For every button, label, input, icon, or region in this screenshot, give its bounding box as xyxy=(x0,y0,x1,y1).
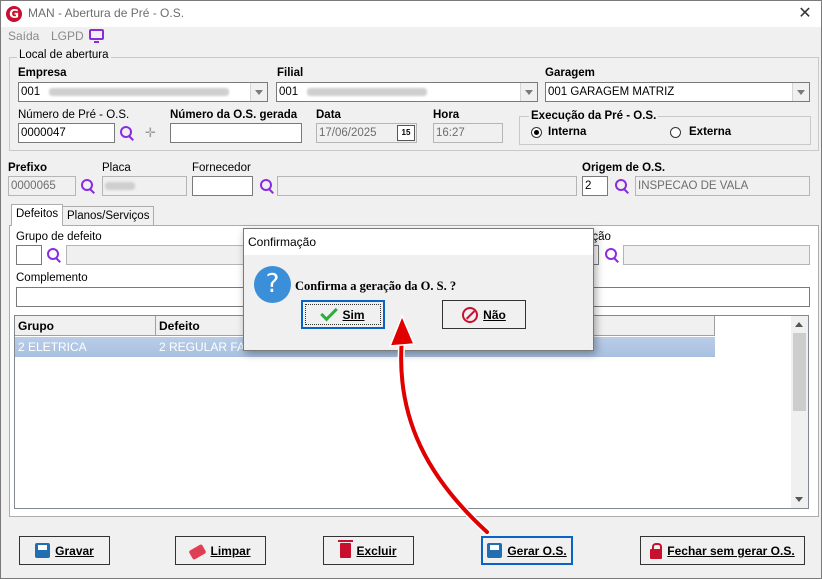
gravar-button[interactable]: Gravar xyxy=(19,536,110,565)
limpar-button[interactable]: Limpar xyxy=(175,536,266,565)
monitor-icon[interactable] xyxy=(89,29,104,43)
num-os-gerada-input[interactable] xyxy=(170,123,302,143)
garagem-select[interactable]: 001 GARAGEM MATRIZ xyxy=(545,82,810,102)
num-os-gerada-label: Número da O.S. gerada xyxy=(170,109,298,121)
prefixo-label: Prefixo xyxy=(8,162,47,174)
gravar-label: Gravar xyxy=(55,543,94,558)
data-value: 17/06/2025 xyxy=(319,127,377,139)
search-icon[interactable] xyxy=(119,125,135,141)
dialog-title: Confirmação xyxy=(244,229,593,255)
check-icon xyxy=(320,303,339,322)
scroll-up-icon[interactable] xyxy=(795,322,803,327)
scroll-down-icon[interactable] xyxy=(795,497,803,502)
fornecedor-code-input[interactable] xyxy=(192,176,253,196)
save-icon xyxy=(487,543,503,558)
solucao-name[interactable] xyxy=(623,245,810,265)
lock-icon xyxy=(650,542,663,559)
excluir-label: Excluir xyxy=(356,543,397,558)
limpar-label: Limpar xyxy=(210,543,251,558)
title-bar: G MAN - Abertura de Pré - O.S. ✕ xyxy=(1,1,821,27)
execucao-legend: Execução da Pré - O.S. xyxy=(529,110,659,122)
num-pre-os-label: Número de Pré - O.S. xyxy=(18,109,130,121)
grupo-defeito-name[interactable] xyxy=(66,245,246,265)
nao-label: Não xyxy=(483,307,506,322)
origem-code-input[interactable]: 2 xyxy=(582,176,608,196)
local-abertura-legend: Local de abertura xyxy=(17,49,111,61)
prefixo-input[interactable]: 0000065 xyxy=(8,176,76,196)
confirm-dialog: Confirmação ? Confirma a geração da O. S… xyxy=(243,228,594,351)
question-icon: ? xyxy=(254,266,291,303)
interna-label: Interna xyxy=(548,126,587,138)
fechar-sem-gerar-button[interactable]: Fechar sem gerar O.S. xyxy=(640,536,805,565)
search-icon[interactable] xyxy=(80,178,96,194)
scroll-thumb[interactable] xyxy=(793,333,806,411)
tab-planos-servicos[interactable]: Planos/Serviços xyxy=(62,206,155,226)
sim-label: Sim xyxy=(342,307,365,322)
fechar-sem-gerar-label: Fechar sem gerar O.S. xyxy=(667,543,795,558)
sim-button[interactable]: Sim xyxy=(301,300,385,329)
dialog-message: Confirma a geração da O. S. ? xyxy=(295,279,457,293)
redacted-text xyxy=(105,181,135,190)
menu-item-saida[interactable]: Saída xyxy=(8,29,39,43)
tab-defeitos[interactable]: Defeitos xyxy=(11,204,64,226)
data-label: Data xyxy=(316,109,341,121)
grupo-defeito-input[interactable] xyxy=(16,245,42,265)
chevron-down-icon[interactable] xyxy=(250,83,267,101)
fornecedor-label: Fornecedor xyxy=(192,162,251,174)
search-icon[interactable] xyxy=(46,247,62,263)
search-icon[interactable] xyxy=(259,178,275,194)
num-pre-os-input[interactable]: 0000047 xyxy=(18,123,115,143)
redacted-text xyxy=(307,87,428,96)
complemento-label: Complemento xyxy=(16,272,88,284)
filial-value: 001 xyxy=(279,86,299,98)
garagem-label: Garagem xyxy=(545,67,595,79)
filial-label: Filial xyxy=(277,67,304,79)
hora-label: Hora xyxy=(433,109,460,121)
chevron-down-icon[interactable] xyxy=(520,83,537,101)
menu-item-lgpd[interactable]: LGPD xyxy=(51,29,84,43)
prohibited-icon xyxy=(462,306,479,323)
search-icon[interactable] xyxy=(604,247,620,263)
empresa-value: 001 xyxy=(21,86,41,98)
placa-input[interactable] xyxy=(102,176,187,196)
gerar-os-label: Gerar O.S. xyxy=(507,543,567,558)
save-icon xyxy=(35,543,51,558)
cell-grupo: 2 ELETRICA xyxy=(18,340,87,354)
chevron-down-icon[interactable] xyxy=(792,83,809,101)
interna-radio[interactable] xyxy=(531,127,542,138)
empresa-select[interactable]: 001 xyxy=(18,82,268,102)
garagem-value: 001 GARAGEM MATRIZ xyxy=(548,86,675,98)
vertical-scrollbar[interactable] xyxy=(791,316,808,508)
origem-name-input[interactable]: INSPECAO DE VALA xyxy=(635,176,810,196)
column-header-grupo[interactable]: Grupo xyxy=(15,316,156,336)
plus-icon[interactable]: ✛ xyxy=(145,125,156,141)
trash-icon xyxy=(338,540,354,558)
fornecedor-name-input[interactable] xyxy=(277,176,577,196)
eraser-icon xyxy=(188,543,207,560)
redacted-text xyxy=(49,87,230,96)
filial-select[interactable]: 001 xyxy=(276,82,538,102)
grupo-defeito-label: Grupo de defeito xyxy=(16,231,102,243)
externa-radio[interactable] xyxy=(670,127,681,138)
window-title: MAN - Abertura de Pré - O.S. xyxy=(28,6,185,20)
placa-label: Placa xyxy=(102,162,131,174)
menu-bar: Saída LGPD xyxy=(1,27,821,45)
origem-label: Origem de O.S. xyxy=(582,162,666,174)
gerar-os-button[interactable]: Gerar O.S. xyxy=(481,536,573,565)
empresa-label: Empresa xyxy=(18,67,67,79)
search-icon[interactable] xyxy=(614,178,630,194)
app-logo-icon: G xyxy=(6,6,22,22)
externa-label: Externa xyxy=(689,126,732,138)
calendar-icon[interactable]: 15 xyxy=(397,125,415,141)
close-icon[interactable]: ✕ xyxy=(793,4,817,24)
nao-button[interactable]: Não xyxy=(442,300,526,329)
hora-input[interactable]: 16:27 xyxy=(433,123,503,143)
excluir-button[interactable]: Excluir xyxy=(323,536,414,565)
